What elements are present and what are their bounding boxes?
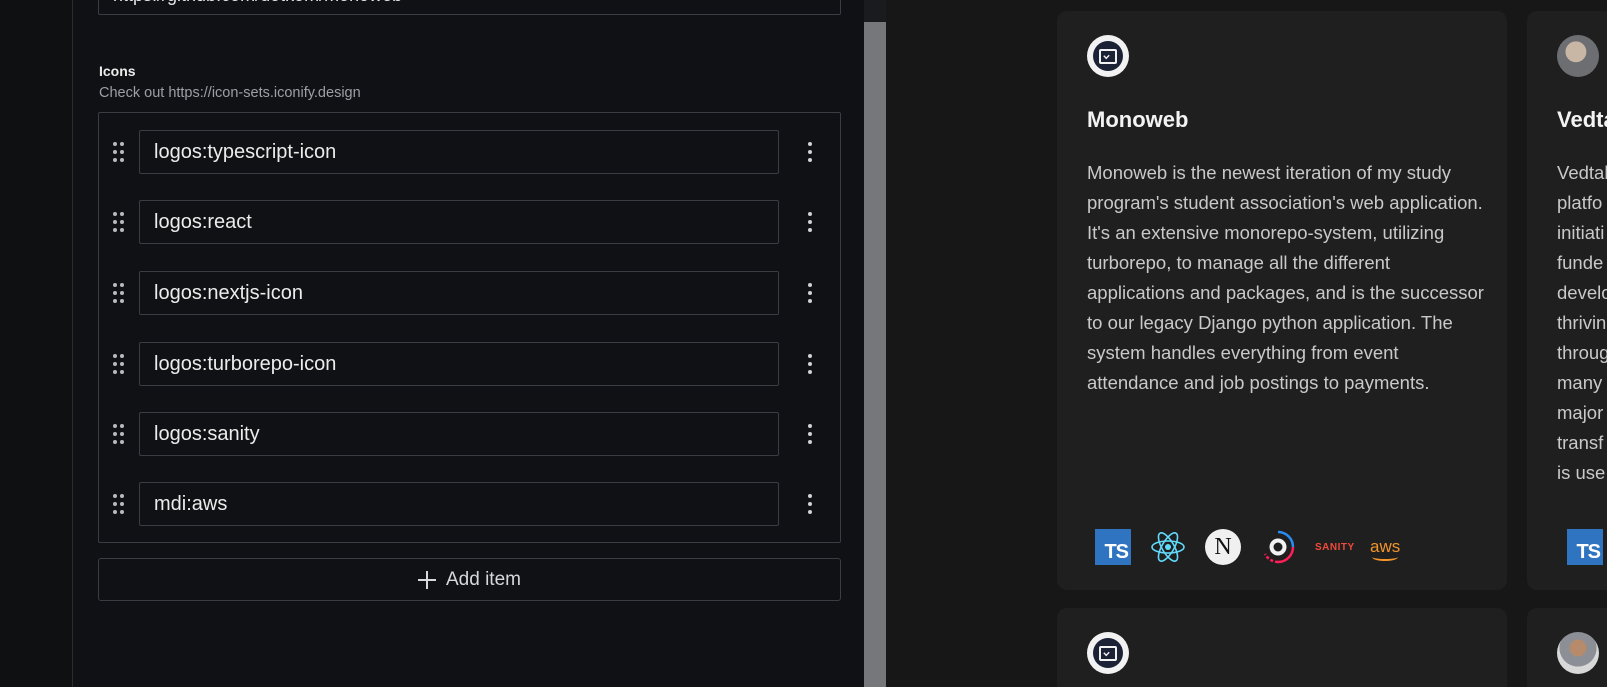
icon-array-item: logos:sanity bbox=[99, 411, 840, 457]
icon-value-input[interactable]: mdi:aws bbox=[139, 482, 779, 526]
icon-array-item: mdi:aws bbox=[99, 481, 840, 527]
drag-handle-icon[interactable] bbox=[113, 494, 127, 516]
project-description: Vedtak platfo initiati funde develo thri… bbox=[1557, 162, 1607, 483]
project-title: Vedtak bbox=[1557, 107, 1607, 132]
studio-gutter bbox=[0, 0, 73, 687]
more-options-icon[interactable] bbox=[805, 354, 815, 376]
turborepo-icon bbox=[1260, 529, 1315, 565]
add-item-label: Add item bbox=[446, 568, 521, 590]
icon-array-item: logos:typescript-icon bbox=[99, 129, 840, 175]
drag-handle-icon[interactable] bbox=[113, 142, 127, 164]
add-item-button[interactable]: Add item bbox=[98, 558, 841, 601]
aws-icon: aws bbox=[1370, 537, 1401, 561]
tech-icons-row: TS N SANITY aws bbox=[1095, 529, 1425, 565]
studio-panel: https://github.com/dotkom/monoweb Icons … bbox=[0, 0, 886, 687]
drag-handle-icon[interactable] bbox=[113, 283, 127, 305]
icon-value-input[interactable]: logos:nextjs-icon bbox=[139, 271, 779, 315]
drag-handle-icon[interactable] bbox=[113, 354, 127, 376]
typescript-icon: TS bbox=[1095, 529, 1150, 565]
scrollbar-thumb[interactable] bbox=[864, 22, 886, 687]
react-icon bbox=[1150, 529, 1205, 565]
project-card[interactable] bbox=[1057, 608, 1507, 687]
avatar bbox=[1557, 632, 1599, 674]
more-options-icon[interactable] bbox=[805, 494, 815, 516]
project-card-monoweb[interactable]: Monoweb Monoweb is the newest iteration … bbox=[1057, 11, 1507, 590]
nextjs-icon: N bbox=[1205, 529, 1260, 565]
avatar bbox=[1557, 35, 1599, 77]
more-options-icon[interactable] bbox=[805, 283, 815, 305]
icon-array-item: logos:turborepo-icon bbox=[99, 341, 840, 387]
scrollbar-track bbox=[864, 0, 886, 22]
monoweb-logo-icon bbox=[1087, 632, 1129, 674]
tech-icons-row: TS bbox=[1567, 529, 1607, 565]
more-options-icon[interactable] bbox=[805, 212, 815, 234]
project-card[interactable] bbox=[1527, 608, 1607, 687]
project-description: Monoweb is the newest iteration of my st… bbox=[1087, 162, 1484, 393]
icon-value-input[interactable]: logos:typescript-icon bbox=[139, 130, 779, 174]
icons-field-title: Icons bbox=[99, 63, 136, 79]
plus-icon bbox=[418, 570, 436, 589]
sanity-icon: SANITY bbox=[1315, 541, 1355, 553]
icon-array-item: logos:react bbox=[99, 199, 840, 245]
icon-value-input[interactable]: logos:turborepo-icon bbox=[139, 342, 779, 386]
project-title: Monoweb bbox=[1087, 107, 1189, 132]
icon-value-input[interactable]: logos:sanity bbox=[139, 412, 779, 456]
icon-array-item: logos:nextjs-icon bbox=[99, 270, 840, 316]
drag-handle-icon[interactable] bbox=[113, 424, 127, 446]
icons-field-description: Check out https://icon-sets.iconify.desi… bbox=[99, 85, 361, 101]
preview-panel: Monoweb Monoweb is the newest iteration … bbox=[886, 0, 1607, 687]
more-options-icon[interactable] bbox=[805, 142, 815, 164]
github-url-input[interactable]: https://github.com/dotkom/monoweb bbox=[98, 0, 841, 15]
monoweb-logo-icon bbox=[1087, 35, 1129, 77]
more-options-icon[interactable] bbox=[805, 424, 815, 446]
icons-array: logos:typescript-icon logos:react logos:… bbox=[98, 112, 841, 543]
project-card-vedtak[interactable]: Vedtak Vedtak platfo initiati funde deve… bbox=[1527, 11, 1607, 590]
drag-handle-icon[interactable] bbox=[113, 212, 127, 234]
app-root: https://github.com/dotkom/monoweb Icons … bbox=[0, 0, 1607, 687]
icon-value-input[interactable]: logos:react bbox=[139, 200, 779, 244]
typescript-icon: TS bbox=[1567, 529, 1607, 565]
